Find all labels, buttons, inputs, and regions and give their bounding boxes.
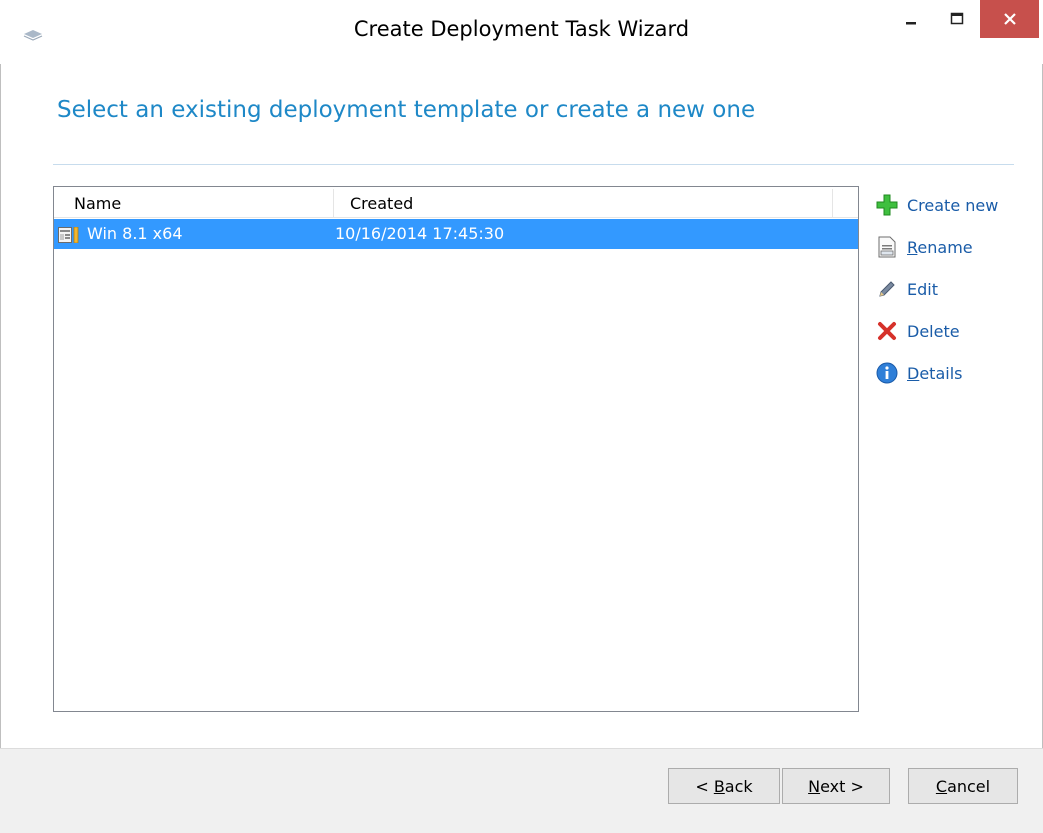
back-prefix: <: [695, 777, 714, 796]
next-button[interactable]: Next >: [782, 768, 890, 804]
template-icon: [58, 226, 82, 247]
templates-list[interactable]: Name Created Win 8.1 x64 10/16/2014 17:4…: [53, 186, 859, 712]
details-link[interactable]: Details: [875, 361, 1035, 385]
column-divider[interactable]: [832, 189, 833, 217]
edit-link[interactable]: Edit: [875, 277, 1035, 301]
add-icon: [875, 193, 899, 217]
maximize-icon: [950, 12, 964, 25]
wizard-window: Create Deployment Task Wizard Select an …: [0, 0, 1043, 833]
create-new-label: Create new: [907, 195, 999, 215]
cancel-rest: ancel: [947, 777, 991, 796]
edit-label: Edit: [907, 279, 938, 299]
next-mnemonic: N: [808, 777, 821, 796]
delete-link[interactable]: Delete: [875, 319, 1035, 343]
rename-label: Rename: [907, 237, 973, 257]
page-heading: Select an existing deployment template o…: [57, 97, 756, 123]
close-icon: [1003, 13, 1016, 25]
cancel-button[interactable]: Cancel: [908, 768, 1018, 804]
minimize-button[interactable]: [888, 0, 934, 38]
delete-label: Delete: [907, 321, 960, 341]
column-header-name[interactable]: Name: [74, 187, 121, 217]
minimize-icon: [906, 22, 916, 25]
table-row[interactable]: Win 8.1 x64 10/16/2014 17:45:30: [54, 219, 858, 249]
details-label: Details: [907, 363, 963, 383]
info-icon: [875, 361, 899, 385]
row-created: 10/16/2014 17:45:30: [335, 224, 505, 243]
window-title: Create Deployment Task Wizard: [353, 17, 690, 41]
title-bar: Create Deployment Task Wizard: [0, 0, 1043, 64]
back-rest: ack: [724, 777, 753, 796]
window-border-left: [0, 0, 1, 832]
column-divider[interactable]: [333, 189, 334, 217]
pencil-icon: [875, 277, 899, 301]
rename-link[interactable]: Rename: [875, 235, 1035, 259]
back-button[interactable]: < Back: [668, 768, 780, 804]
heading-separator: [53, 164, 1014, 165]
rename-icon: [875, 235, 899, 259]
next-rest: ext >: [820, 777, 864, 796]
close-button[interactable]: [980, 0, 1039, 38]
column-header-created[interactable]: Created: [350, 187, 413, 217]
maximize-button[interactable]: [934, 0, 980, 38]
back-mnemonic: B: [713, 777, 725, 796]
list-header: Name Created: [54, 187, 858, 218]
cancel-mnemonic: C: [935, 777, 948, 796]
create-new-link[interactable]: Create new: [875, 193, 1035, 217]
delete-icon: [875, 319, 899, 343]
row-name: Win 8.1 x64: [87, 224, 183, 243]
